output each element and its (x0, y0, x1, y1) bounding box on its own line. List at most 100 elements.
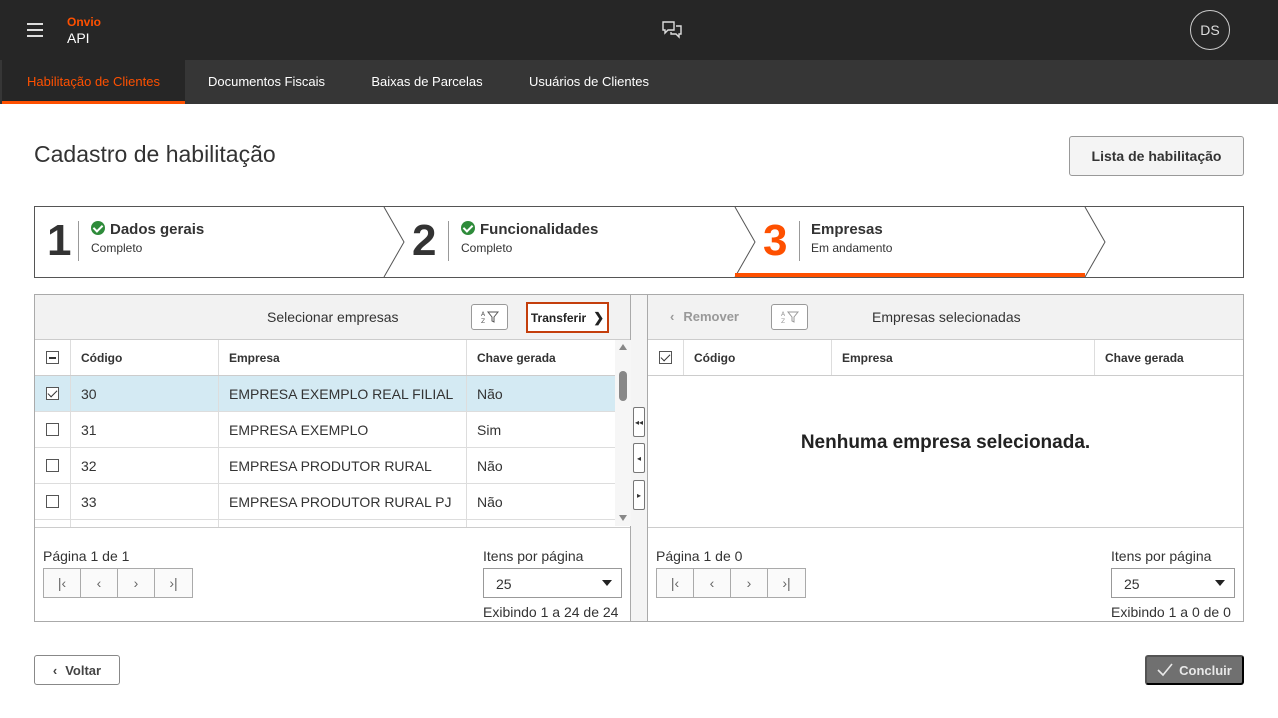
product-name: API (67, 30, 90, 46)
items-per-page-label: Itens por página (1111, 548, 1212, 564)
chat-bubbles-icon[interactable] (661, 20, 683, 40)
transfer-button[interactable]: Transferir ❯ (526, 302, 609, 333)
last-page-icon: ›| (169, 575, 178, 591)
next-page-button[interactable]: › (118, 569, 155, 597)
first-page-button[interactable]: |‹ (657, 569, 694, 597)
items-per-page-value: 25 (496, 576, 512, 592)
step-title: Funcionalidades (461, 221, 598, 238)
current-step-indicator (735, 273, 1085, 277)
first-page-button[interactable]: |‹ (44, 569, 81, 597)
last-page-button[interactable]: ›| (155, 569, 192, 597)
panel-header: ‹ Remover A Z Empresas selecionadas (648, 295, 1243, 340)
back-button[interactable]: ‹ Voltar (34, 655, 120, 685)
grid-header: Código Empresa Chave gerada (648, 340, 1243, 376)
cell-codigo: 32 (71, 448, 219, 483)
chevron-left-icon: ◂ (636, 453, 641, 463)
select-all-checkbox[interactable] (46, 351, 59, 364)
panel-footer: Página 1 de 1 |‹ ‹ › ›| Itens por página… (35, 527, 630, 622)
table-row[interactable]: 31 EMPRESA EXEMPLO Sim (35, 412, 615, 448)
table-row[interactable]: 33 EMPRESA PRODUTOR RURAL PJ Não (35, 484, 615, 520)
row-checkbox[interactable] (46, 423, 59, 436)
step-status: Completo (461, 241, 513, 255)
column-header-codigo[interactable]: Código (684, 340, 832, 375)
step-divider (448, 221, 449, 261)
table-row-partial (35, 520, 615, 527)
caret-down-icon (602, 580, 612, 586)
tab-baixas-parcelas[interactable]: Baixas de Parcelas (348, 60, 506, 104)
svg-text:A: A (781, 311, 786, 318)
select-all-cell[interactable] (35, 340, 71, 375)
cell-filler (35, 520, 71, 527)
prev-page-button[interactable]: ‹ (694, 569, 731, 597)
select-companies-panel: Selecionar empresas A Z Transferir ❯ Cód… (34, 294, 631, 622)
table-row[interactable]: 30 EMPRESA EXEMPLO REAL FILIAL Não (35, 376, 615, 412)
remove-button[interactable]: ‹ Remover (670, 309, 739, 324)
items-per-page-select[interactable]: 25 (1111, 568, 1235, 598)
last-page-icon: ›| (782, 575, 791, 591)
select-all-cell[interactable] (648, 340, 684, 375)
sort-filter-icon: A Z (781, 311, 799, 324)
chevron-right-icon: ❯ (593, 309, 605, 325)
move-left-button[interactable]: ◂ (633, 443, 645, 473)
check-circle-icon (91, 221, 105, 235)
row-checkbox[interactable] (46, 459, 59, 472)
tab-usuarios-clientes[interactable]: Usuários de Clientes (506, 60, 672, 104)
items-per-page-select[interactable]: 25 (483, 568, 622, 598)
tab-documentos-fiscais[interactable]: Documentos Fiscais (185, 60, 348, 104)
hamburger-icon[interactable] (27, 23, 43, 37)
items-per-page-label: Itens por página (483, 548, 584, 564)
sort-filter-button[interactable]: A Z (771, 304, 808, 330)
row-checkbox-cell (35, 484, 71, 519)
cell-chave: Sim (477, 421, 502, 438)
step-empresas[interactable]: 3 Empresas Em andamento (757, 207, 1085, 277)
tab-habilitacao-clientes[interactable]: Habilitação de Clientes (2, 60, 185, 104)
first-page-icon: |‹ (670, 575, 680, 591)
sort-filter-button[interactable]: A Z (471, 304, 508, 330)
chevron-left-icon: ‹ (96, 575, 102, 591)
grid-header: Código Empresa Chave gerada (35, 340, 615, 376)
pagination: |‹ ‹ › ›| (43, 568, 193, 598)
caret-down-icon (1215, 580, 1225, 586)
page-indicator: Página 1 de 1 (43, 548, 130, 564)
main-nav: Habilitação de Clientes Documentos Fisca… (0, 60, 1278, 104)
grid-scrollbar[interactable] (615, 340, 631, 526)
panel-footer: Página 1 de 0 |‹ ‹ › ›| Itens por página… (648, 527, 1243, 622)
row-checkbox[interactable] (46, 387, 59, 400)
next-page-button[interactable]: › (731, 569, 768, 597)
chevron-left-icon: ‹ (52, 662, 58, 678)
prev-page-button[interactable]: ‹ (81, 569, 118, 597)
step-number: 2 (412, 216, 437, 265)
last-page-button[interactable]: ›| (768, 569, 805, 597)
select-all-checkbox[interactable] (659, 351, 672, 364)
row-checkbox[interactable] (46, 495, 59, 508)
cell-codigo: 30 (71, 376, 219, 411)
pagination: |‹ ‹ › ›| (656, 568, 806, 598)
move-right-button[interactable]: ▸ (633, 480, 645, 510)
svg-text:A: A (481, 311, 486, 318)
cell-filler (219, 520, 467, 527)
brand-logo[interactable]: Onvio API (67, 15, 101, 46)
step-funcionalidades[interactable]: 2 Funcionalidades Completo (406, 207, 735, 277)
column-header-empresa[interactable]: Empresa (832, 340, 1095, 375)
step-dados-gerais[interactable]: 1 Dados gerais Completo (35, 207, 384, 277)
page-title: Cadastro de habilitação (34, 141, 276, 167)
step-status: Em andamento (811, 241, 893, 255)
column-header-chave[interactable]: Chave gerada (467, 340, 615, 375)
wizard-stepper: 1 Dados gerais Completo 2 Funcionalidade… (34, 206, 1244, 278)
finish-button[interactable]: Concluir (1145, 655, 1244, 685)
chevron-right-icon: › (133, 575, 139, 591)
check-circle-icon (461, 221, 475, 235)
table-row[interactable]: 32 EMPRESA PRODUTOR RURAL Não (35, 448, 615, 484)
column-header-empresa[interactable]: Empresa (219, 340, 467, 375)
page-indicator: Página 1 de 0 (656, 548, 743, 564)
column-header-codigo[interactable]: Código (71, 340, 219, 375)
lista-habilitacao-button[interactable]: Lista de habilitação (1069, 136, 1244, 176)
user-avatar[interactable]: DS (1190, 10, 1230, 50)
items-per-page-value: 25 (1124, 576, 1140, 592)
move-all-left-button[interactable]: ◂◂ (633, 407, 645, 437)
remove-label: Remover (683, 309, 739, 324)
brand-name: Onvio (67, 15, 102, 29)
column-header-chave[interactable]: Chave gerada (1095, 340, 1243, 375)
transfer-label: Transferir (530, 310, 587, 325)
showing-range: Exibindo 1 a 24 de 24 (483, 604, 619, 620)
